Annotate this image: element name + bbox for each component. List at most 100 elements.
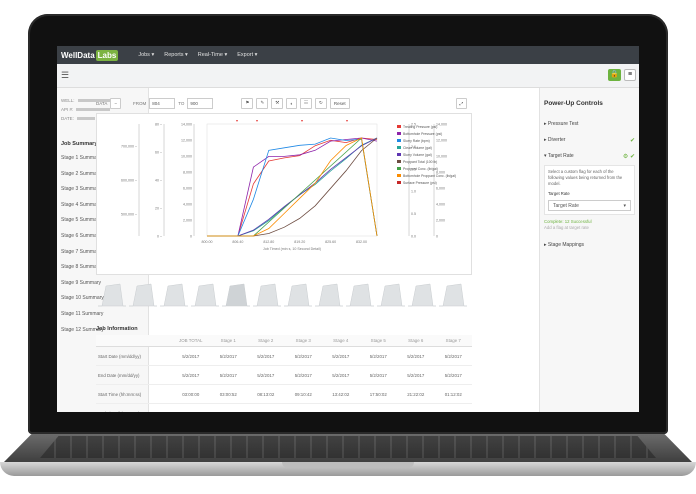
thumbnail-strip[interactable]: [96, 278, 472, 308]
y-tick-label: 6,000: [436, 187, 445, 191]
x-tick-label: 800.00: [202, 240, 213, 244]
table-cell: 11:18:35: [285, 411, 323, 413]
keyboard: [40, 436, 656, 458]
y-tick-label: 700,000 –: [121, 145, 137, 149]
y-tick-label: 14,000: [436, 123, 447, 127]
menu-real-time[interactable]: Real-Time ▾: [198, 52, 227, 58]
y-tick-label: 20 –: [155, 207, 162, 211]
stage-thumbnail[interactable]: [408, 283, 436, 307]
chart-panel: 700,000 – 600,000 – 500,000 – 80 – 60 – 40 – 2…: [96, 113, 472, 275]
stage-thumbnail[interactable]: [129, 283, 157, 307]
stage-thumbnail[interactable]: [191, 283, 219, 307]
stage-thumbnail[interactable]: [253, 283, 281, 307]
table-cell: 5/2/2017: [294, 372, 312, 378]
legend-swatch: [397, 146, 401, 149]
table-cell: 5/2/2017: [294, 353, 312, 359]
table-cell: 23:44:57: [397, 411, 435, 413]
lock-icon[interactable]: 🔒: [608, 69, 621, 81]
legend-swatch: [397, 181, 401, 184]
power-up-diverter[interactable]: ▸ Diverter ✔: [540, 131, 639, 147]
table-row: End Time (hh:mm:ss)21:41:5304:41:3807:57…: [96, 404, 473, 413]
pencil-icon[interactable]: ✎: [256, 97, 269, 109]
item-label: Target Rate: [547, 153, 574, 159]
list-icon[interactable]: ☷: [300, 97, 313, 109]
table-cell: 5/2/2017: [182, 353, 200, 359]
menu-export[interactable]: Export ▾: [237, 52, 257, 58]
job-info-table: JOB TOTAL Stage 1 Stage 2 Stage 3 Stage 4 Sta…: [96, 335, 472, 412]
stage-thumbnail[interactable]: [377, 283, 405, 307]
stage-thumbnail[interactable]: [439, 283, 467, 307]
list-menu-icon[interactable]: ≡: [624, 69, 636, 81]
series-line: [207, 137, 378, 237]
header-cell: Stage 4: [333, 338, 349, 343]
series-line: [207, 137, 378, 237]
legend-label: Slurry Rate (bpm): [403, 139, 430, 143]
zoom-out-button[interactable]: −: [110, 97, 121, 109]
to-label: TO: [178, 100, 185, 106]
refresh-icon[interactable]: ↻: [315, 97, 327, 109]
table-cell: 5/2/2017: [182, 372, 200, 378]
row-label: Start Time (hh:mm:ss): [98, 391, 142, 397]
legend-swatch: [397, 174, 401, 177]
y-tick-label: 12,000: [181, 139, 192, 143]
target-rate-desc: Select a custom flag for each of the fol…: [548, 169, 623, 186]
expand-icon[interactable]: ⤢: [455, 97, 468, 109]
header-cell: JOB TOTAL: [179, 338, 203, 343]
complete-status: Complete: 12 Successful: [544, 219, 592, 224]
y-tick-label: 60 –: [155, 151, 162, 155]
from-input[interactable]: 804: [149, 97, 176, 109]
table-cell: 5/2/2017: [444, 353, 462, 359]
row-label: End Date (mm/dd/yy): [98, 372, 140, 378]
flag-icon[interactable]: ⚑: [241, 97, 254, 109]
x-tick-label: 806.40: [232, 240, 243, 244]
series-line: [207, 137, 378, 237]
target-rate-select[interactable]: Target Rate ▾: [548, 200, 631, 211]
sub-toolbar: ☰ 🔒 ≡: [57, 64, 639, 88]
row-label: End Time (hh:mm:ss): [96, 411, 172, 413]
legend-swatch: [397, 132, 401, 135]
laptop-base: [0, 428, 696, 494]
y-tick-label: 6,000: [183, 187, 192, 191]
to-input[interactable]: 900: [187, 97, 214, 109]
table-cell: 01:43:09: [435, 411, 473, 413]
stage-thumbnail[interactable]: [98, 283, 126, 307]
table-row: Start Time (hh:mm:ss) 03:00:00 03:00:52 08:…: [96, 385, 472, 404]
y-tick-label: 0.5: [411, 212, 416, 216]
table-cell: 5/2/2017: [407, 353, 425, 359]
y-tick-label: 12,000: [436, 139, 447, 143]
x-tick-label: 812.80: [263, 240, 274, 244]
table-cell: 21:41:53: [172, 411, 210, 413]
hamburger-icon[interactable]: ☰: [61, 70, 69, 81]
menu-reports[interactable]: Reports ▾: [164, 52, 188, 58]
app-logo[interactable]: WellData Labs: [61, 49, 119, 61]
reset-button[interactable]: Reset: [329, 97, 350, 109]
flag-marker-icon: ▾: [236, 118, 238, 123]
table-cell: 15:17:41: [322, 411, 360, 413]
table-cell: 13:42:02: [332, 391, 350, 397]
check-icon: ✔: [629, 138, 635, 144]
table-cell: 5/2/2017: [332, 372, 350, 378]
header-cell: Stage 7: [445, 338, 461, 343]
stage-thumbnail[interactable]: [346, 283, 374, 307]
power-up-target-rate[interactable]: ▾ Target Rate ⚙ ✔: [540, 147, 639, 163]
logo-labs-badge: Labs: [95, 49, 119, 61]
table-cell: 5/2/2017: [257, 353, 275, 359]
table-cell: 5/2/2017: [369, 353, 387, 359]
trackpad-notch: [282, 462, 414, 468]
wrench-icon[interactable]: ⚒: [271, 97, 284, 109]
table-cell: 5/2/2017: [444, 372, 462, 378]
stage-thumbnail[interactable]: [315, 283, 343, 307]
power-up-stage-mappings[interactable]: ▸ Stage Mappings: [540, 236, 639, 252]
y-tick-label: 1.0: [411, 190, 416, 194]
stage-thumbnail[interactable]: [160, 283, 188, 307]
stage-thumbnail[interactable]: [284, 283, 312, 307]
contrast-icon[interactable]: ◐: [286, 97, 297, 109]
power-up-pressure-test[interactable]: ▸ Pressure Test: [540, 115, 639, 131]
target-rate-box: Select a custom flag for each of the fol…: [544, 165, 635, 215]
table-cell: 5/2/2017: [219, 372, 237, 378]
y-tick-label: 4,000: [436, 203, 445, 207]
stage-thumbnail[interactable]: [222, 283, 250, 307]
legend-label: Bottomhole Pressure (psi): [403, 132, 442, 136]
menu-jobs[interactable]: Jobs ▾: [138, 52, 154, 58]
y-tick-label: 14,000: [181, 123, 192, 127]
